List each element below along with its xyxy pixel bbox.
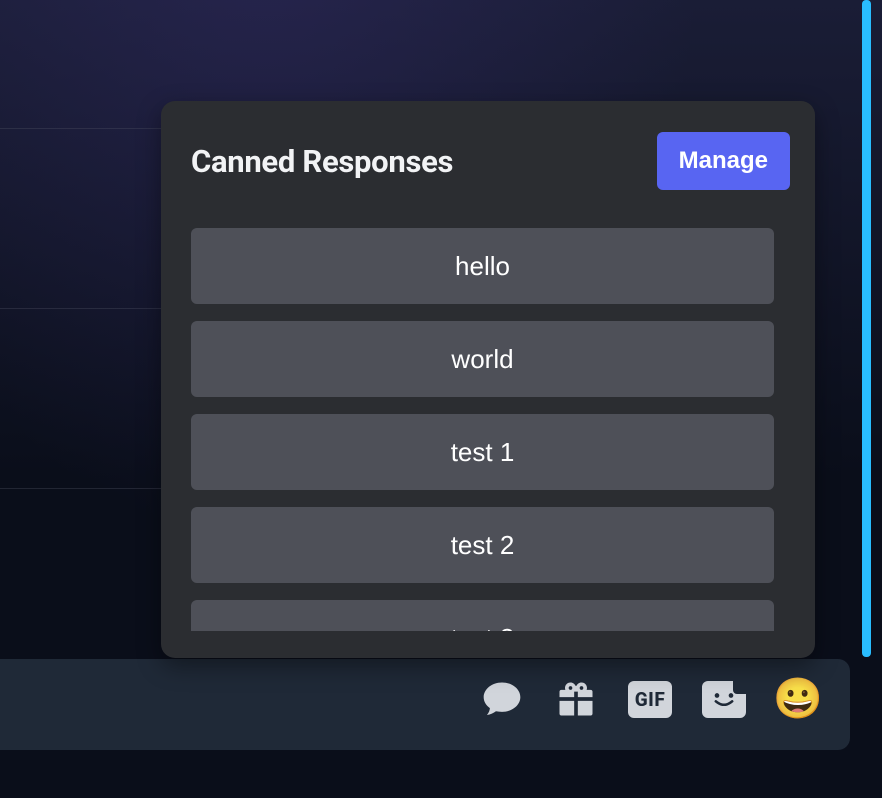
- canned-responses-icon[interactable]: [480, 677, 524, 721]
- response-item[interactable]: world: [191, 321, 774, 397]
- gif-picker-icon[interactable]: GIF: [628, 677, 672, 721]
- popup-title: Canned Responses: [191, 143, 453, 180]
- divider-line: [0, 488, 180, 489]
- input-toolbar: GIF 😀: [480, 677, 820, 721]
- sticker-picker-icon[interactable]: [702, 677, 746, 721]
- popup-header: Canned Responses Manage: [161, 101, 815, 202]
- gif-label: GIF: [628, 681, 672, 718]
- response-item[interactable]: test 2: [191, 507, 774, 583]
- right-accent-bar: [862, 0, 871, 657]
- sticker-fold: [733, 680, 747, 694]
- response-list[interactable]: hello world test 1 test 2 test 3: [191, 228, 778, 631]
- gift-icon[interactable]: [554, 677, 598, 721]
- response-item[interactable]: test 1: [191, 414, 774, 490]
- sticker-box: [702, 681, 746, 718]
- canned-responses-popup: Canned Responses Manage hello world test…: [161, 101, 815, 658]
- message-input-bar: GIF 😀: [0, 659, 850, 750]
- divider-line: [0, 308, 180, 309]
- emoji-glyph: 😀: [773, 679, 823, 719]
- manage-button[interactable]: Manage: [657, 132, 790, 190]
- emoji-picker-icon[interactable]: 😀: [776, 677, 820, 721]
- response-item[interactable]: test 3: [191, 600, 774, 631]
- divider-line: [0, 128, 180, 129]
- response-item[interactable]: hello: [191, 228, 774, 304]
